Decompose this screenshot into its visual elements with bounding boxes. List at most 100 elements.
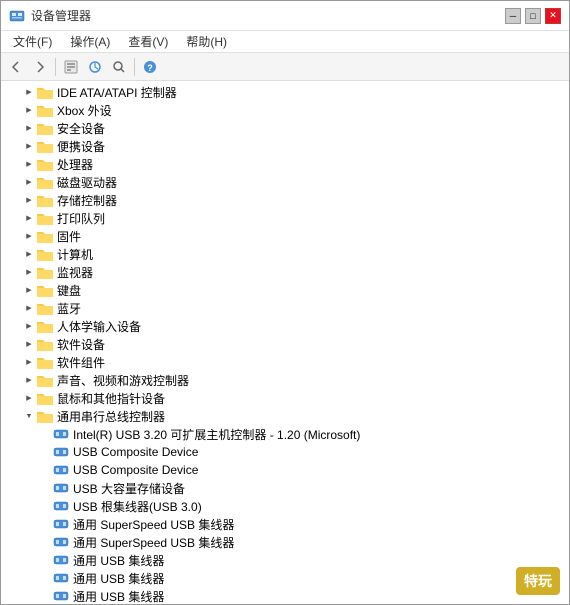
usb-icon-superspeed1 [53,516,69,532]
label-usb-mass: USB 大容量存储设备 [73,480,185,497]
toolbar-sep2 [134,58,135,76]
label-storage: 存储控制器 [57,192,117,209]
expand-arrow-storage[interactable] [21,192,37,208]
menu-view[interactable]: 查看(V) [120,31,176,52]
expand-arrow-sound[interactable] [21,372,37,388]
svg-text:?: ? [147,63,153,73]
expand-arrow-software-comp[interactable] [21,354,37,370]
menu-action[interactable]: 操作(A) [62,31,118,52]
label-superspeed1: 通用 SuperSpeed USB 集线器 [73,516,234,533]
usb-icon-hub1 [53,552,69,568]
tree-item-usb-ctrl[interactable]: 通用串行总线控制器 [1,407,569,425]
tree-item-bluetooth[interactable]: 蓝牙 [1,299,569,317]
label-software-dev: 软件设备 [57,336,105,353]
tree-item-storage[interactable]: 存储控制器 [1,191,569,209]
label-intel-usb: Intel(R) USB 3.20 可扩展主机控制器 - 1.20 (Micro… [73,426,360,443]
label-computer: 计算机 [57,246,93,263]
menu-file[interactable]: 文件(F) [5,31,60,52]
expand-arrow-portable[interactable] [21,138,37,154]
expand-arrow-keyboard[interactable] [21,282,37,298]
expand-arrow-hid[interactable] [21,318,37,334]
label-superspeed2: 通用 SuperSpeed USB 集线器 [73,534,234,551]
folder-icon-sound [37,372,53,388]
tree-item-sound[interactable]: 声音、视频和游戏控制器 [1,371,569,389]
tree-view[interactable]: IDE ATA/ATAPI 控制器 Xbox 外设 安全设备 便携设备 [1,81,569,604]
usb-icon-comp1 [53,444,69,460]
tree-item-usb-hub1[interactable]: 通用 USB 集线器 [1,551,569,569]
label-printer: 打印队列 [57,210,105,227]
expand-arrow-security[interactable] [21,120,37,136]
menu-help[interactable]: 帮助(H) [178,31,235,52]
tree-item-keyboard[interactable]: 键盘 [1,281,569,299]
tree-item-intel-usb[interactable]: Intel(R) USB 3.20 可扩展主机控制器 - 1.20 (Micro… [1,425,569,443]
expand-arrow-bluetooth[interactable] [21,300,37,316]
expand-arrow-printer[interactable] [21,210,37,226]
tree-item-usb-hub30[interactable]: USB 根集线器(USB 3.0) [1,497,569,515]
tree-item-firmware[interactable]: 固件 [1,227,569,245]
expand-arrow-superspeed2 [37,534,53,550]
expand-arrow-ide[interactable] [21,84,37,100]
label-usb-hub1: 通用 USB 集线器 [73,552,164,569]
usb-icon-hub2 [53,570,69,586]
close-button[interactable]: ✕ [545,8,561,24]
expand-arrow-monitor[interactable] [21,264,37,280]
tree-item-portable[interactable]: 便携设备 [1,137,569,155]
tree-item-processor[interactable]: 处理器 [1,155,569,173]
tree-item-security[interactable]: 安全设备 [1,119,569,137]
tree-item-computer[interactable]: 计算机 [1,245,569,263]
expand-arrow-intel-usb [37,426,53,442]
tree-item-software-comp[interactable]: 软件组件 [1,353,569,371]
toolbar-forward[interactable] [29,56,51,78]
expand-arrow-diskdrive[interactable] [21,174,37,190]
tree-item-printer[interactable]: 打印队列 [1,209,569,227]
tree-item-mouse[interactable]: 鼠标和其他指针设备 [1,389,569,407]
toolbar-scan[interactable] [108,56,130,78]
label-ide: IDE ATA/ATAPI 控制器 [57,84,177,101]
app-icon [9,8,25,24]
minimize-button[interactable]: ─ [505,8,521,24]
tree-item-usb-comp2[interactable]: USB Composite Device [1,461,569,479]
expand-arrow-xbox[interactable] [21,102,37,118]
tree-item-diskdrive[interactable]: 磁盘驱动器 [1,173,569,191]
toolbar-properties[interactable] [60,56,82,78]
label-software-comp: 软件组件 [57,354,105,371]
toolbar-update[interactable] [84,56,106,78]
tree-item-usb-mass[interactable]: USB 大容量存储设备 [1,479,569,497]
folder-icon-keyboard [37,282,53,298]
label-keyboard: 键盘 [57,282,81,299]
expand-arrow-processor[interactable] [21,156,37,172]
tree-item-usb-comp1[interactable]: USB Composite Device [1,443,569,461]
expand-arrow-usb-comp1 [37,444,53,460]
maximize-button[interactable]: □ [525,8,541,24]
label-mouse: 鼠标和其他指针设备 [57,390,165,407]
tree-item-usb-hub2[interactable]: 通用 USB 集线器 [1,569,569,587]
tree-item-xbox[interactable]: Xbox 外设 [1,101,569,119]
expand-arrow-mouse[interactable] [21,390,37,406]
expand-arrow-usb-ctrl[interactable] [21,408,37,424]
tree-item-superspeed1[interactable]: 通用 SuperSpeed USB 集线器 [1,515,569,533]
label-monitor: 监视器 [57,264,93,281]
label-usb-ctrl: 通用串行总线控制器 [57,408,165,425]
toolbar-help[interactable]: ? [139,56,161,78]
label-hid: 人体学输入设备 [57,318,141,335]
folder-icon-software-comp [37,354,53,370]
tree-item-ide[interactable]: IDE ATA/ATAPI 控制器 [1,83,569,101]
folder-icon-monitor [37,264,53,280]
expand-arrow-firmware[interactable] [21,228,37,244]
expand-arrow-computer[interactable] [21,246,37,262]
tree-item-software-dev[interactable]: 软件设备 [1,335,569,353]
expand-arrow-software-dev[interactable] [21,336,37,352]
label-sound: 声音、视频和游戏控制器 [57,372,189,389]
expand-arrow-usb-hub1 [37,552,53,568]
tree-item-monitor[interactable]: 监视器 [1,263,569,281]
folder-icon-xbox [37,102,53,118]
usb-icon-hub30 [53,498,69,514]
tree-item-superspeed2[interactable]: 通用 SuperSpeed USB 集线器 [1,533,569,551]
expand-arrow-superspeed1 [37,516,53,532]
tree-item-hid[interactable]: 人体学输入设备 [1,317,569,335]
tree-item-usb-hub3[interactable]: 通用 USB 集线器 [1,587,569,604]
expand-arrow-usb-hub2 [37,570,53,586]
toolbar-back[interactable] [5,56,27,78]
title-bar: 设备管理器 ─ □ ✕ [1,1,569,31]
toolbar-sep1 [55,58,56,76]
